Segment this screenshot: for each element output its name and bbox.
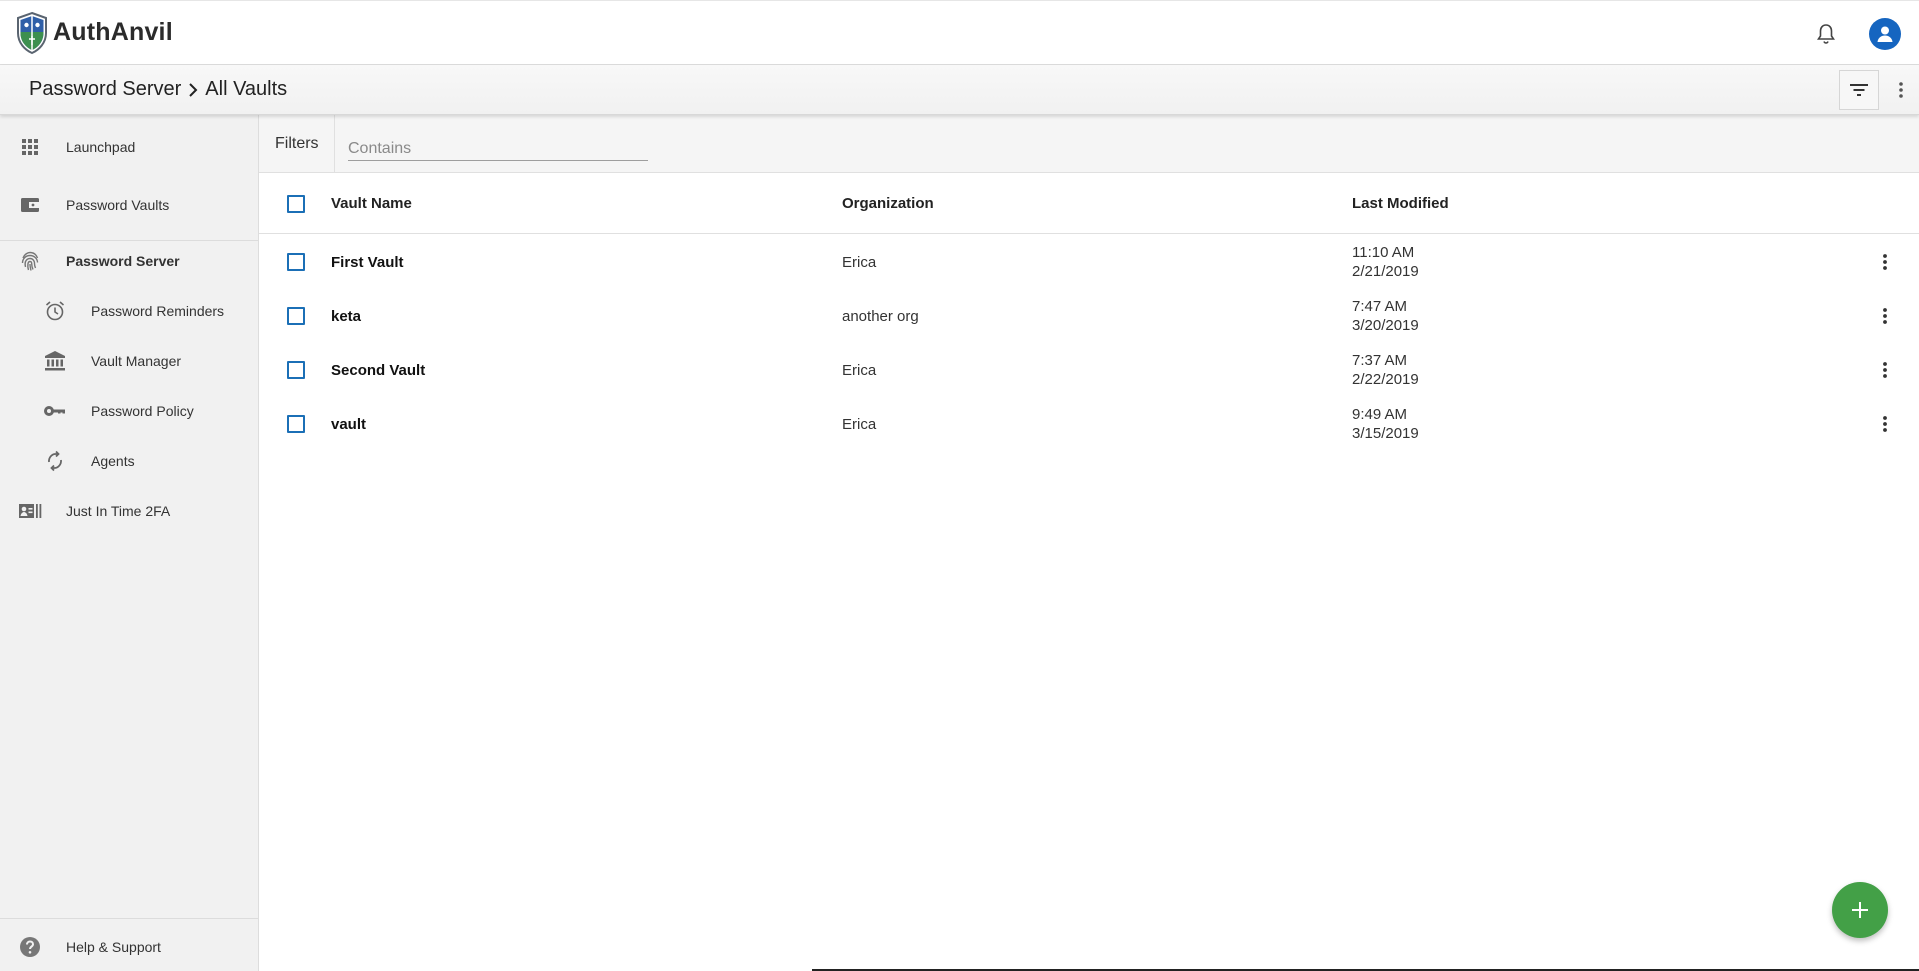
app-name: AuthAnvil xyxy=(53,18,173,46)
vault-organization: Erica xyxy=(842,415,877,433)
row-checkbox[interactable] xyxy=(287,253,305,271)
more-options-button[interactable] xyxy=(1889,70,1913,110)
modified-time: 9:49 AM xyxy=(1352,406,1408,423)
row-more-vertical-icon[interactable] xyxy=(1873,412,1897,436)
filters-row: Filters xyxy=(259,115,1919,173)
row-checkbox[interactable] xyxy=(287,361,305,379)
app-logo[interactable]: AuthAnvil xyxy=(15,11,173,55)
row-checkbox[interactable] xyxy=(287,415,305,433)
vault-organization: another org xyxy=(842,307,919,325)
vault-last-modified: 9:49 AM 3/15/2019 xyxy=(1352,397,1419,451)
table-row[interactable]: keta another org 7:47 AM 3/20/2019 xyxy=(259,289,1919,343)
row-checkbox[interactable] xyxy=(287,307,305,325)
more-vertical-icon xyxy=(1899,82,1903,98)
sidebar-item-agents[interactable]: Agents xyxy=(0,441,258,481)
vault-name: Second Vault xyxy=(331,361,426,379)
sidebar-item-password-vaults[interactable]: Password Vaults xyxy=(0,185,258,225)
sidebar-item-label: Password Vaults xyxy=(66,197,170,213)
sidebar-item-label: Password Server xyxy=(66,253,180,269)
vault-last-modified: 7:47 AM 3/20/2019 xyxy=(1352,289,1419,343)
sidebar-item-label: Help & Support xyxy=(66,939,161,955)
table-row[interactable]: vault Erica 9:49 AM 3/15/2019 xyxy=(259,397,1919,451)
main-content: Filters Vault Name Organization Last Mod… xyxy=(259,115,1919,971)
sidebar-item-label: Launchpad xyxy=(66,139,136,155)
breadcrumb: Password Server All Vaults xyxy=(29,78,287,101)
breadcrumb-bar: Password Server All Vaults xyxy=(0,65,1919,115)
table-row[interactable]: Second Vault Erica 7:37 AM 2/22/2019 xyxy=(259,343,1919,397)
vault-last-modified: 7:37 AM 2/22/2019 xyxy=(1352,343,1419,397)
vault-last-modified: 11:10 AM 2/21/2019 xyxy=(1352,235,1419,289)
sync-icon xyxy=(43,449,67,473)
user-avatar-icon[interactable] xyxy=(1869,17,1901,50)
fingerprint-icon xyxy=(18,249,42,273)
apps-grid-icon xyxy=(18,135,42,159)
modified-time: 7:37 AM xyxy=(1352,352,1408,369)
sidebar-item-label: Agents xyxy=(91,453,135,469)
sidebar-item-help-support[interactable]: Help & Support xyxy=(0,927,258,967)
chevron-right-icon xyxy=(187,82,199,98)
alarm-clock-icon xyxy=(43,299,67,323)
row-more-vertical-icon[interactable] xyxy=(1873,358,1897,382)
table-row[interactable]: First Vault Erica 11:10 AM 2/21/2019 xyxy=(259,235,1919,289)
sidebar-item-password-reminders[interactable]: Password Reminders xyxy=(0,291,258,331)
select-all-checkbox[interactable] xyxy=(287,195,305,213)
row-more-vertical-icon[interactable] xyxy=(1873,304,1897,328)
add-vault-button[interactable] xyxy=(1832,882,1888,938)
vault-name: First Vault xyxy=(331,253,404,271)
filter-toggle-button[interactable] xyxy=(1839,70,1879,110)
breadcrumb-parent[interactable]: Password Server xyxy=(29,78,181,101)
column-header-organization[interactable]: Organization xyxy=(842,173,934,234)
filters-label: Filters xyxy=(259,115,335,173)
modified-date: 2/21/2019 xyxy=(1352,263,1419,280)
sidebar-item-launchpad[interactable]: Launchpad xyxy=(0,127,258,167)
sidebar-item-label: Vault Manager xyxy=(91,353,182,369)
vault-name: keta xyxy=(331,307,362,325)
modified-date: 2/22/2019 xyxy=(1352,371,1419,388)
vault-name: vault xyxy=(331,415,367,433)
breadcrumb-current: All Vaults xyxy=(205,78,288,100)
sidebar-item-password-policy[interactable]: Password Policy xyxy=(0,391,258,431)
vault-organization: Erica xyxy=(842,361,877,379)
sidebar-item-label: Password Reminders xyxy=(91,303,225,319)
sidebar-nav: Launchpad Password Vaults Password Serve… xyxy=(0,115,259,971)
table-header: Vault Name Organization Last Modified xyxy=(259,173,1919,234)
filter-list-icon xyxy=(1850,84,1868,96)
contains-filter-input[interactable] xyxy=(348,137,648,161)
modified-date: 3/20/2019 xyxy=(1352,317,1419,334)
vault-organization: Erica xyxy=(842,253,877,271)
column-header-vault-name[interactable]: Vault Name xyxy=(331,173,412,234)
top-app-bar: AuthAnvil xyxy=(0,0,1919,65)
sidebar-item-vault-manager[interactable]: Vault Manager xyxy=(0,341,258,381)
wallet-icon xyxy=(18,193,42,217)
id-card-icon xyxy=(18,499,42,523)
row-more-vertical-icon[interactable] xyxy=(1873,250,1897,274)
sidebar-divider xyxy=(0,918,258,919)
modified-date: 3/15/2019 xyxy=(1352,425,1419,442)
sidebar-item-password-server[interactable]: Password Server xyxy=(0,241,258,281)
modified-time: 11:10 AM xyxy=(1352,244,1415,261)
help-circle-icon xyxy=(18,935,42,959)
column-header-last-modified[interactable]: Last Modified xyxy=(1352,173,1449,234)
bank-icon xyxy=(43,349,67,373)
notifications-bell-icon[interactable] xyxy=(1813,21,1839,47)
key-icon xyxy=(43,399,67,423)
plus-icon xyxy=(1852,902,1868,918)
sidebar-item-label: Password Policy xyxy=(91,403,194,419)
shield-logo-icon xyxy=(17,11,47,54)
sidebar-item-just-in-time-2fa[interactable]: Just In Time 2FA xyxy=(0,491,258,531)
sidebar-item-label: Just In Time 2FA xyxy=(66,503,171,519)
modified-time: 7:47 AM xyxy=(1352,298,1408,315)
